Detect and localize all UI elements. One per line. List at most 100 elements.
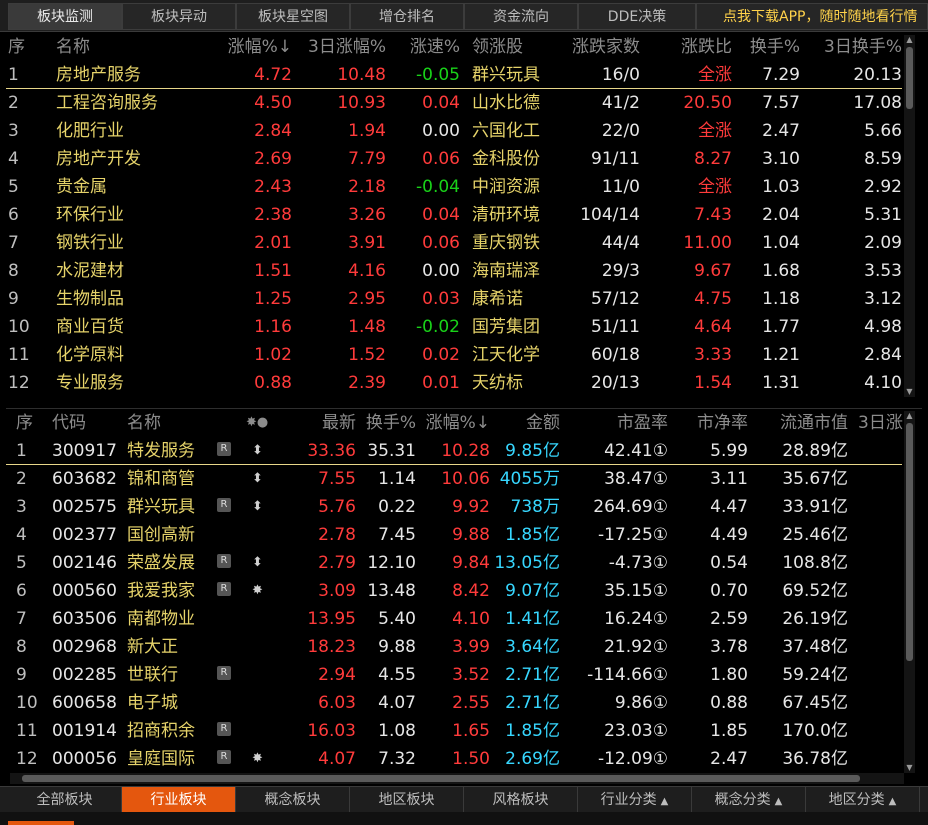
bottom-tab-5[interactable]: 风格板块	[464, 787, 578, 813]
bottom-tab-3[interactable]: 概念板块	[236, 787, 350, 813]
bottom-tab-2[interactable]: 行业板块	[122, 787, 236, 813]
sector-name[interactable]: 水泥建材	[56, 257, 124, 285]
stock-row[interactable]: 1 300917 特发服务 R ⬍ 33.36 35.31 10.28 9.85亿 42.41① 5…	[6, 437, 902, 465]
tab-sector-starmap[interactable]: 板块星空图	[236, 3, 350, 30]
scroll-down-arrow-icon[interactable]: ▼	[904, 387, 915, 397]
sector-row[interactable]: 3 化肥行业 2.84 1.94 0.00 六国化工 22/0 全涨 2.47 5.66	[6, 117, 902, 145]
sector-name[interactable]: 商业百货	[56, 313, 124, 341]
stock-row[interactable]: 7 603506 南都物业 13.95 5.40 4.10 1.41亿 16.24① 2.59 2…	[6, 605, 902, 633]
bottom-tab-7[interactable]: 概念分类 ▲	[692, 787, 806, 813]
sector-name[interactable]: 环保行业	[56, 201, 124, 229]
stock-row[interactable]: 2 603682 锦和商管 ⬍ 7.55 1.14 10.06 4055万 38.47① 3.11…	[6, 465, 902, 493]
sector-name[interactable]: 化肥行业	[56, 117, 124, 145]
bottom-tab-4[interactable]: 地区板块	[350, 787, 464, 813]
col-change[interactable]: 涨幅%↓	[206, 33, 292, 61]
tab-dde-decision[interactable]: DDE决策	[578, 3, 696, 30]
sector-row[interactable]: 11 化学原料 1.02 1.52 0.02 江天化学 60/18 3.33 1.21 2.84	[6, 341, 902, 369]
stock-name[interactable]: 我爱我家	[127, 577, 195, 605]
sector-name[interactable]: 钢铁行业	[56, 229, 124, 257]
tab-capital-flow[interactable]: 资金流向	[464, 3, 578, 30]
stock-row[interactable]: 3 002575 群兴玩具 R ⬍ 5.76 0.22 9.92 738万 264.69① 4.47…	[6, 493, 902, 521]
sector-name[interactable]: 房地产服务	[56, 61, 141, 89]
tab-position-ranking[interactable]: 增仓排名	[350, 3, 464, 30]
sector-name[interactable]: 专业服务	[56, 369, 124, 397]
stock-name[interactable]: 皇庭国际	[127, 745, 195, 773]
stock-vertical-scrollbar[interactable]: ▲ ▼	[904, 411, 915, 773]
scroll-thumb[interactable]	[906, 47, 913, 109]
col-seq[interactable]: 序	[8, 33, 25, 61]
sector-name[interactable]: 房地产开发	[56, 145, 141, 173]
scroll-down-arrow-icon[interactable]: ▼	[904, 763, 915, 773]
stock-row[interactable]: 8 002968 新大正 18.23 9.88 3.99 3.64亿 21.92① 3.78 37…	[6, 633, 902, 661]
col-flags[interactable]: ✸●	[246, 409, 268, 437]
col-price[interactable]: 最新	[296, 409, 356, 437]
stock-name[interactable]: 特发服务	[127, 437, 195, 465]
stock-row[interactable]: 5 002146 荣盛发展 R ⬍ 2.79 12.10 9.84 13.05亿 -4.73① 0.…	[6, 549, 902, 577]
stock-row[interactable]: 9 002285 世联行 R 2.94 4.55 3.52 2.71亿 -114.66① 1.80…	[6, 661, 902, 689]
sector-name[interactable]: 生物制品	[56, 285, 124, 313]
col-float-cap[interactable]: 流通市值	[748, 409, 848, 437]
stock-name[interactable]: 世联行	[127, 661, 178, 689]
leader-stock[interactable]: 中润资源	[472, 173, 540, 201]
stock-row[interactable]: 10 600658 电子城 6.03 4.07 2.55 2.71亿 9.86① 0.88 67.…	[6, 689, 902, 717]
horizontal-scroll-thumb[interactable]	[22, 775, 860, 782]
stock-name[interactable]: 国创高新	[127, 521, 195, 549]
stock-row[interactable]: 4 002377 国创高新 2.78 7.45 9.88 1.85亿 -17.25① 4.49 2…	[6, 521, 902, 549]
leader-stock[interactable]: 国芳集团	[472, 313, 540, 341]
leader-stock[interactable]: 重庆钢铁	[472, 229, 540, 257]
stock-row[interactable]: 11 001914 招商积余 R 16.03 1.08 1.65 1.85亿 23.03① 1.8…	[6, 717, 902, 745]
leader-stock[interactable]: 金科股份	[472, 145, 540, 173]
leader-stock[interactable]: 海南瑞泽	[472, 257, 540, 285]
sector-row[interactable]: 6 环保行业 2.38 3.26 0.04 清研环境 104/14 7.43 2.04 5.31	[6, 201, 902, 229]
col-updown-ratio[interactable]: 涨跌比	[640, 33, 732, 61]
col-name[interactable]: 名称	[56, 33, 90, 61]
sector-row[interactable]: 5 贵金属 2.43 2.18 -0.04 中润资源 11/0 全涨 1.03 2.92	[6, 173, 902, 201]
stock-name[interactable]: 群兴玩具	[127, 493, 195, 521]
col-change-3d[interactable]: 3日涨幅%	[292, 33, 386, 61]
col-updown-count[interactable]: 涨跌家数	[546, 33, 640, 61]
col-speed[interactable]: 涨速%	[386, 33, 460, 61]
col-turnover-3d[interactable]: 3日换手%	[800, 33, 902, 61]
sector-name[interactable]: 贵金属	[56, 173, 107, 201]
stock-name[interactable]: 电子城	[127, 689, 178, 717]
bottom-tab-8[interactable]: 地区分类 ▲	[806, 787, 920, 813]
sector-name[interactable]: 工程咨询服务	[56, 89, 158, 117]
bottom-tab-6[interactable]: 行业分类 ▲	[578, 787, 692, 813]
leader-stock[interactable]: 江天化学	[472, 341, 540, 369]
stock-row[interactable]: 6 000560 我爱我家 R ✸ 3.09 13.48 8.42 9.07亿 35.15① 0.7…	[6, 577, 902, 605]
col-seq[interactable]: 序	[16, 409, 33, 437]
leader-stock[interactable]: 康希诺	[472, 285, 523, 313]
tab-sector-movement[interactable]: 板块异动	[122, 3, 236, 30]
col-change-3d[interactable]: 3日涨	[858, 409, 904, 437]
scroll-up-arrow-icon[interactable]: ▲	[904, 411, 915, 421]
leader-stock[interactable]: 清研环境	[472, 201, 540, 229]
stock-name[interactable]: 荣盛发展	[127, 549, 195, 577]
sector-vertical-scrollbar[interactable]: ▲ ▼	[904, 35, 915, 397]
sector-row[interactable]: 2 工程咨询服务 4.50 10.93 0.04 山水比德 41/2 20.50 7.57 17.…	[6, 89, 902, 117]
stock-name[interactable]: 新大正	[127, 633, 178, 661]
col-turnover[interactable]: 换手%	[732, 33, 800, 61]
leader-stock[interactable]: 六国化工	[472, 117, 540, 145]
download-app-link[interactable]: 点我下载APP，随时随地看行情	[696, 3, 928, 30]
scroll-up-arrow-icon[interactable]: ▲	[904, 35, 915, 45]
col-amount[interactable]: 金额	[490, 409, 560, 437]
leader-stock[interactable]: 山水比德	[472, 89, 540, 117]
sector-row[interactable]: 4 房地产开发 2.69 7.79 0.06 金科股份 91/11 8.27 3.10 8.59	[6, 145, 902, 173]
sector-row[interactable]: 10 商业百货 1.16 1.48 -0.02 国芳集团 51/11 4.64 1.77 4.98	[6, 313, 902, 341]
sector-row[interactable]: 9 生物制品 1.25 2.95 0.03 康希诺 57/12 4.75 1.18 3.12	[6, 285, 902, 313]
tab-sector-monitor[interactable]: 板块监测	[8, 3, 122, 30]
stock-row[interactable]: 12 000056 皇庭国际 R ✸ 4.07 7.32 1.50 2.69亿 -12.09① 2.…	[6, 745, 902, 773]
leader-stock[interactable]: 天纺标	[472, 369, 523, 397]
sector-row[interactable]: 1 房地产服务 4.72 10.48 -0.05 群兴玩具 16/0 全涨 7.29 20.13	[6, 61, 902, 89]
leader-stock[interactable]: 群兴玩具	[472, 61, 540, 89]
col-leader[interactable]: 领涨股	[472, 33, 523, 61]
col-pb[interactable]: 市净率	[668, 409, 748, 437]
col-turnover[interactable]: 换手%	[356, 409, 416, 437]
col-pe[interactable]: 市盈率	[560, 409, 668, 437]
col-change[interactable]: 涨幅%↓	[416, 409, 490, 437]
bottom-tab-1[interactable]: 全部板块	[8, 787, 122, 813]
stock-name[interactable]: 锦和商管	[127, 465, 195, 493]
stock-horizontal-scrollbar[interactable]	[10, 773, 904, 784]
stock-name[interactable]: 招商积余	[127, 717, 195, 745]
scroll-thumb[interactable]	[906, 423, 913, 661]
